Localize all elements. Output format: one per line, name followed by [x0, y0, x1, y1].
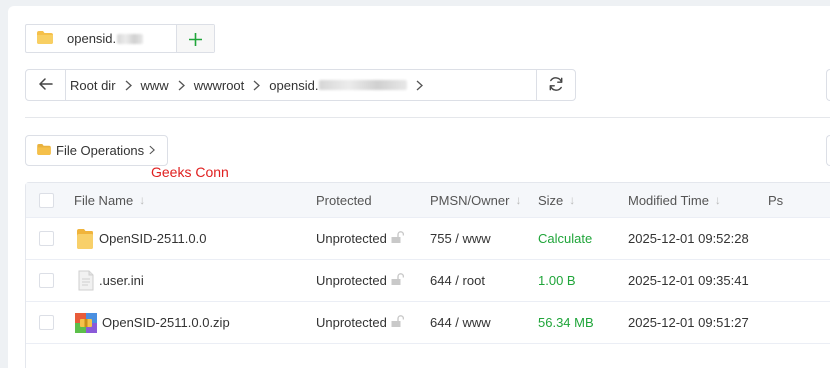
- header-pmsn-owner[interactable]: PMSN/Owner ↓: [430, 183, 521, 217]
- protection-status[interactable]: Unprotected: [316, 302, 404, 343]
- header-ps: Ps: [768, 183, 783, 217]
- protection-label: Unprotected: [316, 273, 387, 288]
- back-button[interactable]: [26, 70, 66, 100]
- breadcrumb-site[interactable]: opensid.: [269, 78, 318, 93]
- chevron-right-icon: [178, 80, 185, 91]
- file-size: 56.34 MB: [538, 315, 594, 330]
- site-tab[interactable]: opensid.: [26, 25, 177, 52]
- file-operations-button[interactable]: File Operations: [25, 135, 168, 166]
- table-header: File Name ↓ Protected PMSN/Owner ↓ Size ↓ M…: [26, 183, 830, 218]
- protection-status[interactable]: Unprotected: [316, 260, 404, 301]
- select-all-checkbox[interactable]: [39, 192, 54, 208]
- header-label: Size: [538, 192, 564, 208]
- file-name-link[interactable]: .user.ini: [99, 273, 144, 288]
- breadcrumb-root[interactable]: Root dir: [70, 78, 116, 93]
- size-calculate-link[interactable]: Calculate: [538, 218, 592, 259]
- site-tab-label: opensid.: [67, 31, 117, 46]
- arrow-left-icon: [38, 77, 53, 93]
- file-name-link[interactable]: OpenSID-2511.0.0: [99, 231, 206, 246]
- header-label: Protected: [316, 192, 372, 208]
- modified-time: 2025-12-01 09:35:41: [628, 273, 749, 288]
- header-size[interactable]: Size ↓: [538, 183, 575, 217]
- header-label: PMSN/Owner: [430, 192, 510, 208]
- sort-arrow-icon: ↓: [139, 193, 146, 207]
- header-protected: Protected: [316, 183, 372, 217]
- permission-owner[interactable]: 755 / www: [430, 218, 491, 259]
- toolbar-button-edge[interactable]: [826, 135, 830, 166]
- unlock-icon: [390, 230, 404, 247]
- redacted-text: [117, 33, 144, 44]
- file-table: File Name ↓ Protected PMSN/Owner ↓ Size ↓ M…: [25, 182, 830, 368]
- sort-arrow-icon: ↓: [569, 193, 576, 207]
- add-tab-button[interactable]: [177, 25, 214, 52]
- folder-icon: [37, 30, 53, 47]
- breadcrumb-www[interactable]: www: [141, 78, 169, 93]
- row-checkbox[interactable]: [39, 231, 54, 246]
- refresh-icon: [548, 76, 564, 95]
- row-checkbox[interactable]: [39, 273, 54, 288]
- modified-time: 2025-12-01 09:51:27: [628, 315, 749, 330]
- chevron-right-icon: [149, 143, 156, 158]
- table-row[interactable]: .user.ini Unprotected 644 / root 1.00 B …: [26, 260, 830, 302]
- sort-arrow-icon: ↓: [515, 193, 522, 207]
- unlock-icon: [390, 272, 404, 289]
- unlock-icon: [390, 314, 404, 331]
- header-file-name[interactable]: File Name ↓: [74, 183, 145, 217]
- table-row[interactable]: OpenSID-2511.0.0 Unprotected 755 / www C…: [26, 218, 830, 260]
- file-icon: [78, 270, 94, 291]
- header-label: File Name: [74, 192, 134, 208]
- modified-time: 2025-12-01 09:52:28: [628, 231, 749, 246]
- folder-icon: [76, 228, 94, 250]
- folder-icon: [37, 143, 51, 158]
- redacted-text: [319, 80, 408, 90]
- zip-archive-icon: [75, 312, 97, 333]
- chevron-right-icon: [125, 80, 132, 91]
- table-row[interactable]: OpenSID-2511.0.0.zip Unprotected 644 / w…: [26, 302, 830, 344]
- breadcrumb: Root dir www wwwroot opensid.: [66, 70, 536, 100]
- header-modified-time[interactable]: Modified Time ↓: [628, 183, 721, 217]
- file-name-link[interactable]: OpenSID-2511.0.0.zip: [102, 315, 230, 330]
- path-bar: Root dir www wwwroot opensid.: [25, 69, 576, 101]
- plus-icon: [189, 26, 202, 52]
- permission-owner[interactable]: 644 / www: [430, 302, 491, 343]
- refresh-button[interactable]: [536, 70, 575, 100]
- breadcrumb-wwwroot[interactable]: wwwroot: [194, 78, 245, 93]
- chevron-right-icon: [416, 80, 424, 91]
- chevron-right-icon: [253, 80, 261, 91]
- row-checkbox[interactable]: [39, 315, 54, 330]
- search-box-edge[interactable]: [826, 69, 830, 101]
- divider: [25, 117, 830, 118]
- protection-status[interactable]: Unprotected: [316, 218, 404, 259]
- file-size: 1.00 B: [538, 273, 576, 288]
- header-label: Modified Time: [628, 192, 709, 208]
- select-all-checkbox-cell: [39, 183, 54, 217]
- permission-owner[interactable]: 644 / root: [430, 260, 485, 301]
- watermark: Geeks Conn: [151, 164, 229, 180]
- site-tab-bar: opensid.: [25, 24, 215, 53]
- sort-arrow-icon: ↓: [714, 193, 721, 207]
- header-label: Ps: [768, 192, 784, 208]
- protection-label: Unprotected: [316, 231, 387, 246]
- file-operations-label: File Operations: [56, 143, 145, 158]
- protection-label: Unprotected: [316, 315, 387, 330]
